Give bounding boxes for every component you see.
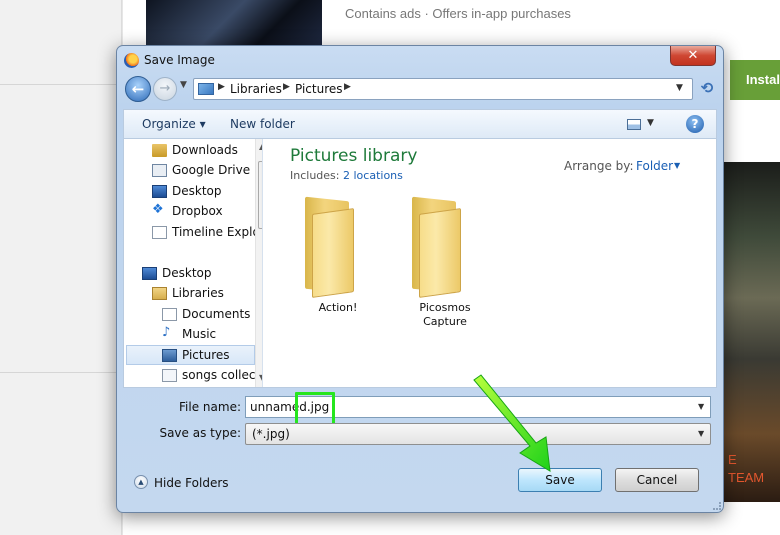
tree-item-label: Desktop [162, 266, 212, 280]
divider [0, 372, 121, 373]
dialog-title: Save Image [144, 53, 215, 67]
libraries-icon [152, 287, 167, 300]
breadcrumb-separator-icon[interactable]: ▶ [344, 82, 351, 92]
scroll-down-arrow-icon[interactable]: ▼ [259, 373, 262, 382]
refresh-icon[interactable]: ⟲ [697, 79, 717, 99]
tree-item-songs-collection[interactable]: songs collecti [162, 366, 255, 386]
save-image-dialog: Save Image ✕ ← → ▼ ▶ Libraries ▶ Picture… [116, 45, 724, 513]
tree-item-desktop[interactable]: Desktop [152, 182, 257, 202]
help-icon[interactable]: ? [686, 115, 704, 133]
documents-icon [162, 308, 177, 321]
tree-item-label: Pictures [182, 348, 230, 362]
tree-item-label: Desktop [172, 184, 222, 198]
tree-item-desktop-root[interactable]: Desktop [142, 264, 257, 284]
banner-text: E [728, 452, 737, 467]
resize-grip-icon[interactable] [713, 502, 721, 510]
view-options-dropdown-icon[interactable]: ▼ [647, 118, 654, 128]
firefox-icon [124, 53, 139, 68]
cancel-button[interactable]: Cancel [615, 468, 699, 492]
music-icon: ♪ [162, 325, 171, 340]
install-button[interactable]: Install [730, 60, 780, 100]
organize-menu[interactable]: Organize ▾ [142, 117, 206, 131]
navigation-bar: ← → ▼ ▶ Libraries ▶ Pictures ▶ ▼ ⟲ [123, 75, 717, 103]
breadcrumb-separator-icon[interactable]: ▶ [283, 82, 290, 92]
includes-label: Includes: [290, 169, 340, 182]
document-icon [152, 226, 167, 239]
save-as-type-value: (*.jpg) [252, 427, 290, 441]
tree-item-dropbox[interactable]: ❖ Dropbox [152, 202, 257, 222]
game-thumbnail[interactable] [146, 0, 322, 46]
recent-locations-dropdown-icon[interactable]: ▼ [180, 80, 187, 90]
tree-item-libraries[interactable]: Libraries [152, 284, 257, 304]
save-as-type-dropdown-icon[interactable]: ▼ [698, 429, 704, 438]
pictures-icon [162, 349, 177, 362]
scroll-up-arrow-icon[interactable]: ▲ [259, 142, 262, 151]
new-folder-button[interactable]: New folder [230, 117, 295, 131]
background-side-panel [0, 0, 122, 535]
save-as-type-select[interactable]: (*.jpg) ▼ [245, 423, 711, 445]
command-toolbar: Organize ▾ New folder ▼ ? [123, 109, 717, 139]
close-button[interactable]: ✕ [670, 46, 716, 66]
tree-item-label: songs collecti [182, 368, 255, 382]
pictures-location-icon [198, 83, 214, 95]
folder-icon-front [419, 208, 461, 298]
tree-item-label: Dropbox [172, 204, 223, 218]
songs-icon [162, 369, 177, 382]
desktop-icon [152, 185, 167, 198]
forward-arrow-icon[interactable]: → [153, 77, 177, 101]
folder-action[interactable]: Action! [298, 196, 378, 329]
tree-item-pictures[interactable]: Pictures [126, 345, 255, 365]
tree-item-label: Google Drive [172, 163, 251, 177]
file-browser: Downloads Google Drive Desktop ❖ Dropbox… [123, 138, 717, 388]
locations-link[interactable]: 2 locations [343, 169, 403, 182]
ads-notice: Contains ads · Offers in-app purchases [345, 6, 571, 21]
tree-item-label: Timeline Explor [172, 225, 257, 239]
tree-item-documents[interactable]: Documents [162, 305, 257, 325]
divider [0, 84, 121, 85]
address-bar[interactable]: ▶ Libraries ▶ Pictures ▶ ▼ [193, 78, 693, 100]
save-as-type-label: Save as type: [159, 426, 241, 440]
library-title: Pictures library [290, 146, 418, 166]
address-dropdown-icon[interactable]: ▼ [676, 83, 683, 93]
folder-icon-front [312, 208, 354, 298]
tree-item-label: Documents [182, 307, 251, 321]
hide-folders-icon[interactable]: ▲ [134, 475, 148, 489]
dropbox-icon: ❖ [152, 202, 164, 217]
banner-text: TEAM [728, 470, 765, 485]
desktop-icon [142, 267, 157, 280]
game-banner-image[interactable]: E TEAM [720, 162, 780, 502]
file-name-label: File name: [179, 400, 241, 414]
downloads-folder-icon [152, 144, 167, 157]
change-view-icon[interactable] [627, 119, 641, 130]
back-arrow-icon[interactable]: ← [125, 76, 151, 102]
folder-label: Action! [318, 301, 358, 314]
navigation-pane: Downloads Google Drive Desktop ❖ Dropbox… [124, 139, 263, 387]
navigation-scrollbar[interactable]: ▲ ▼ [255, 139, 262, 387]
folder-picosmos-capture[interactable]: Picosmos Capture [405, 196, 485, 329]
tree-item-downloads[interactable]: Downloads [152, 141, 257, 161]
breadcrumb-pictures[interactable]: Pictures [295, 82, 343, 96]
file-name-dropdown-icon[interactable]: ▼ [698, 402, 704, 411]
arrange-by-dropdown[interactable]: Folder [636, 159, 673, 173]
breadcrumb-separator-icon[interactable]: ▶ [218, 82, 225, 92]
tree-item-label: Libraries [172, 286, 224, 300]
breadcrumb-libraries[interactable]: Libraries [230, 82, 282, 96]
save-button[interactable]: Save [518, 468, 602, 492]
tree-item-label: Downloads [172, 143, 238, 157]
tree-item-music[interactable]: ♪ Music [162, 325, 257, 345]
folder-label: Picosmos Capture [419, 301, 471, 328]
tree-item-google-drive[interactable]: Google Drive [152, 161, 257, 181]
google-drive-icon [152, 164, 167, 177]
arrange-dropdown-icon[interactable]: ▼ [674, 161, 680, 170]
tree-item-timeline-explorer[interactable]: Timeline Explor [152, 223, 257, 243]
tree-item-label: Music [182, 327, 217, 341]
scrollbar-thumb[interactable] [258, 161, 262, 229]
hide-folders-toggle[interactable]: Hide Folders [154, 476, 229, 490]
arrange-by-label: Arrange by: [564, 159, 634, 173]
